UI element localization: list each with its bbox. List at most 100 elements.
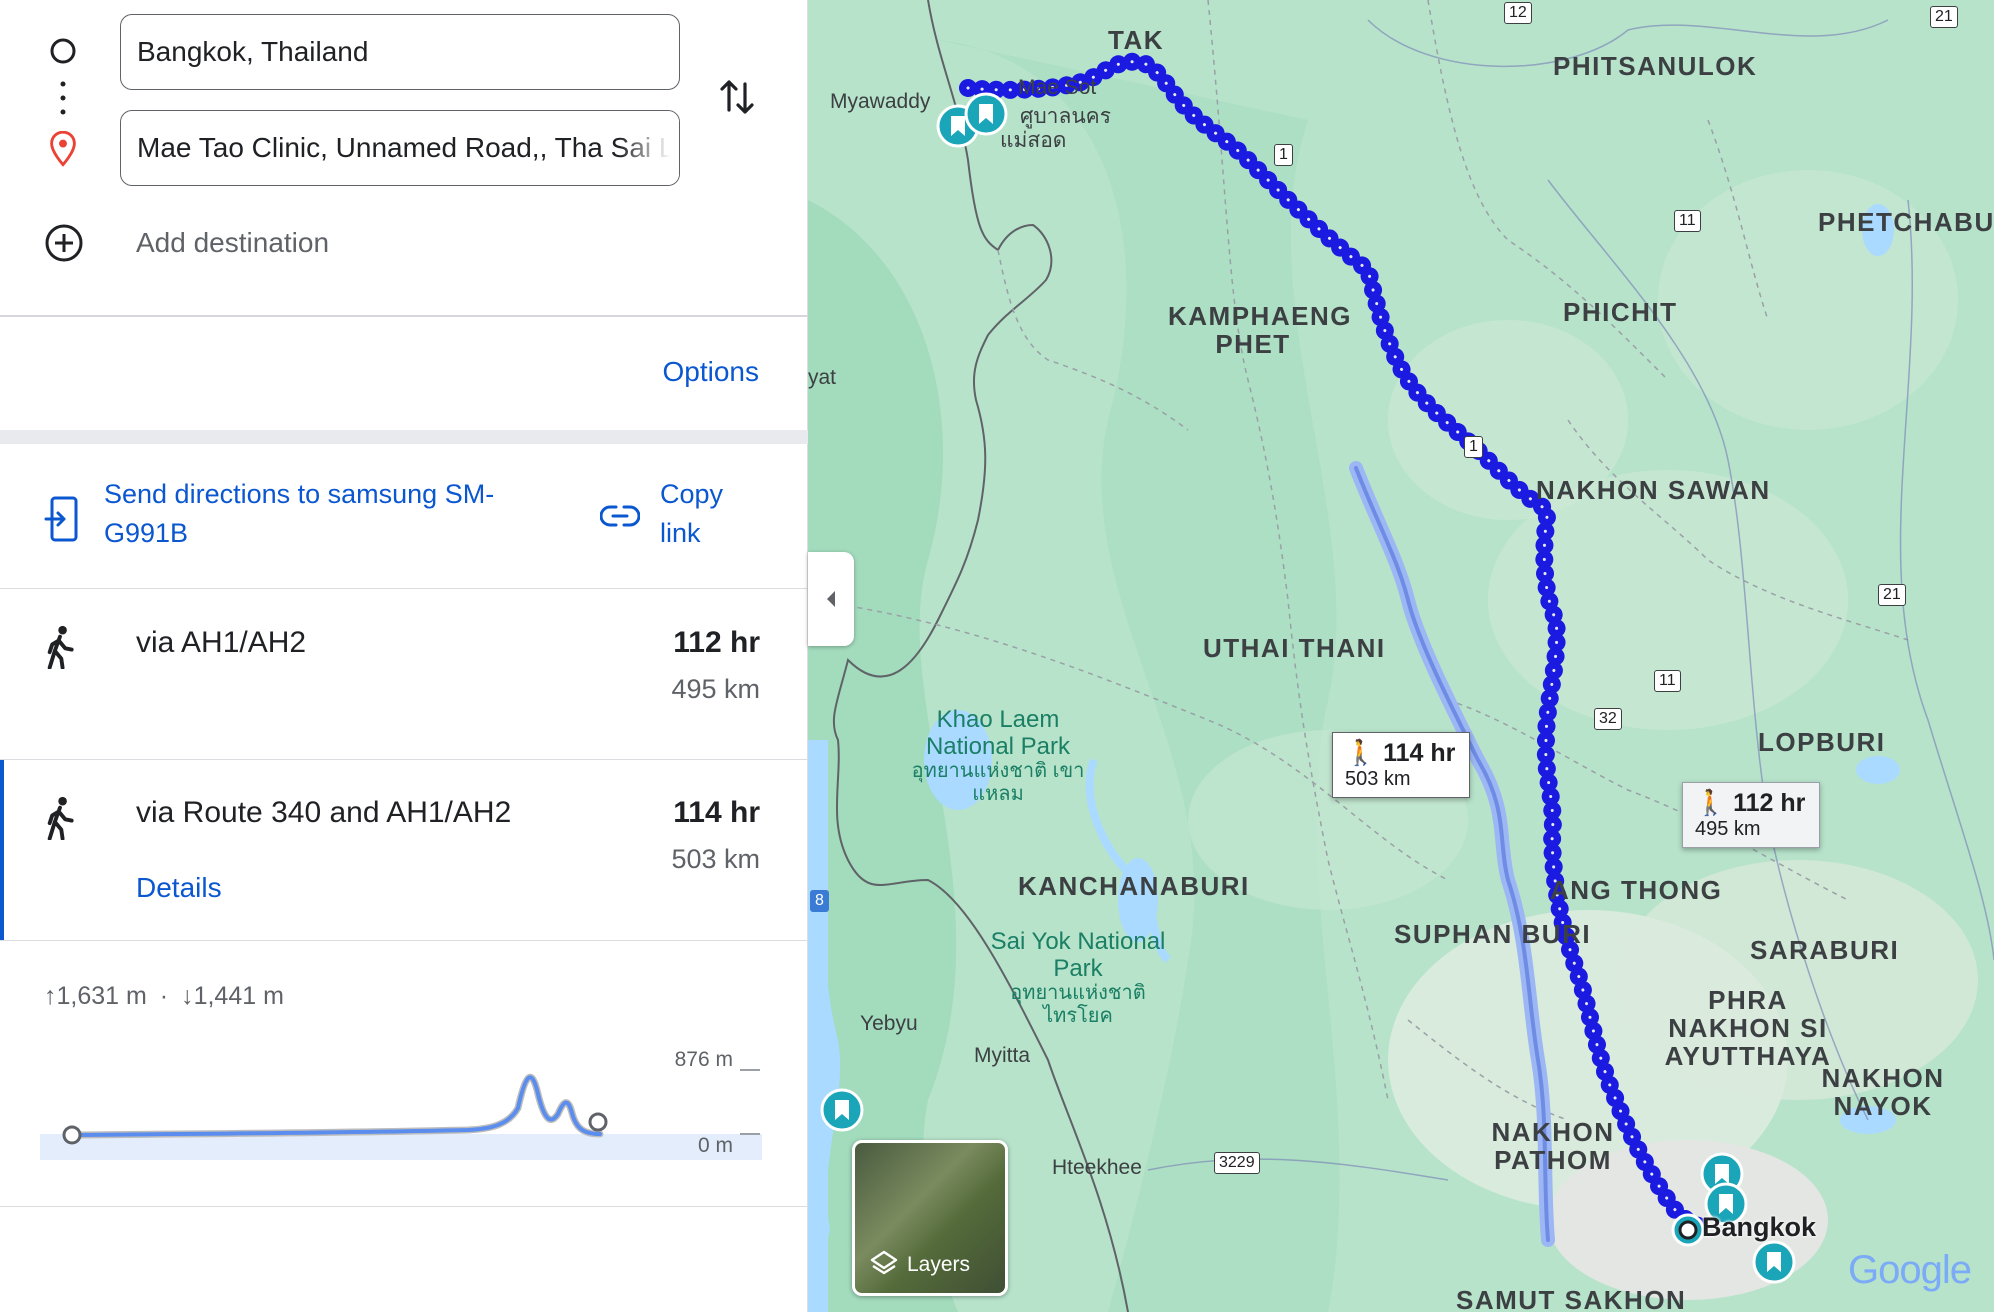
map-base: [808, 0, 1994, 1312]
elevation-summary: ↑1,631 m · ↓1,441 m: [44, 982, 284, 1011]
add-destination-label: Add destination: [136, 227, 330, 258]
elevation-profile-line: [66, 1075, 602, 1137]
road-shield: 11: [1654, 670, 1681, 692]
region-label: TAK: [1108, 25, 1165, 55]
layers-label: Layers: [907, 1253, 971, 1276]
road-shield: 32: [1594, 708, 1622, 730]
send-directions-button[interactable]: Send directions to samsung SM-G991B: [44, 475, 564, 559]
route-distance: 495 km: [671, 674, 760, 704]
elevation-max-label: 876 m: [675, 1048, 733, 1071]
add-circle-icon: [45, 224, 83, 262]
elevation-chart[interactable]: 876 m 0 m: [38, 1038, 768, 1168]
copy-link-label: Copy link: [660, 479, 724, 548]
region-label: NAKHON SAWAN: [1536, 475, 1771, 505]
route-distance: 503 km: [671, 844, 760, 874]
road-shield: 21: [1930, 6, 1958, 28]
road-shield: 3229: [1214, 1152, 1260, 1174]
region-label: NAKHON PATHOM: [1491, 1117, 1615, 1175]
elevation-min-label: 0 m: [698, 1134, 733, 1157]
route-time: 114 hr: [673, 796, 760, 829]
region-label: PHETCHABU: [1818, 207, 1994, 237]
origin-input[interactable]: Bangkok, Thailand: [120, 14, 680, 90]
region-label: LOPBURI: [1758, 727, 1886, 757]
park-label-thai: อุทยานแห่งชาติ ไทรโยค: [1010, 982, 1146, 1027]
region-label: KANCHANABURI: [1018, 871, 1250, 901]
origin-circle-icon: [46, 34, 80, 68]
divider: [0, 315, 808, 317]
region-label: ANG THONG: [1550, 875, 1723, 905]
map-canvas[interactable]: TAK PHITSANULOK PHETCHABU KAMPHAENG PHET…: [808, 0, 1994, 1312]
route-name: via AH1/AH2: [136, 626, 307, 659]
destination-value: Mae Tao Clinic, Unnamed Road,, Tha Sai L…: [137, 132, 680, 163]
road-shield: 8: [810, 890, 829, 912]
road-shield: 1: [1274, 144, 1293, 166]
town-label-bangkok: Bangkok: [1702, 1212, 1817, 1242]
town-label: แม่สอด: [1000, 129, 1067, 152]
route-name: via Route 340 and AH1/AH2: [136, 796, 512, 829]
chevron-left-icon: [827, 591, 835, 607]
google-logo: Google: [1848, 1248, 1972, 1293]
park-label-thai: อุทยานแห่งชาติ เขาแหลม: [911, 760, 1085, 805]
copy-link-button[interactable]: Copy link: [600, 475, 760, 559]
destination-pin-icon: [46, 131, 80, 167]
divider: [0, 940, 808, 941]
town-label: Myitta: [974, 1044, 1031, 1067]
region-label: NAKHON NAYOK: [1821, 1063, 1945, 1121]
send-directions-label: Send directions to samsung SM-G991B: [104, 479, 495, 548]
walking-icon: [47, 625, 74, 669]
town-label: Mae Sot: [1018, 76, 1097, 99]
attribution-text: Google: [1848, 1248, 1972, 1292]
walking-icon: 🚶: [1695, 789, 1727, 817]
callout-distance: 495 km: [1695, 818, 1761, 840]
destination-input[interactable]: Mae Tao Clinic, Unnamed Road,, Tha Sai L…: [120, 110, 680, 186]
elevation-separator: ·: [159, 982, 169, 1010]
elevation-start-marker: [62, 1125, 82, 1145]
region-label: SARABURI: [1750, 935, 1900, 965]
town-label: Hteekhee: [1052, 1156, 1142, 1179]
add-destination-button[interactable]: Add destination: [44, 223, 344, 263]
callout-distance: 503 km: [1345, 768, 1411, 790]
road-shield: 1: [1464, 436, 1483, 458]
walking-icon: 🚶: [1345, 739, 1377, 767]
link-icon: [600, 505, 640, 527]
road-shield: 21: [1878, 584, 1906, 606]
directions-panel: Bangkok, Thailand Mae Tao Clinic, Unname…: [0, 0, 808, 1312]
route-dots-icon: [46, 78, 80, 118]
route-callout-alternate[interactable]: 🚶 112 hr 495 km: [1682, 782, 1821, 848]
region-label: KAMPHAENG PHET: [1168, 301, 1352, 359]
layers-icon: [870, 1250, 898, 1275]
ascent-value: 1,631 m: [56, 982, 147, 1010]
town-label: Yebyu: [860, 1012, 918, 1035]
region-label: PHRA NAKHON SI AYUTTHAYA: [1664, 985, 1832, 1071]
elevation-end-marker: [588, 1112, 608, 1132]
section-divider: [0, 430, 808, 444]
options-button[interactable]: Options: [663, 356, 760, 388]
region-label: SUPHAN BURI: [1394, 919, 1592, 949]
details-link[interactable]: Details: [136, 872, 222, 904]
callout-time: 112 hr: [1733, 789, 1806, 817]
route-option-2-selected[interactable]: via Route 340 and AH1/AH2 114 hr 503 km …: [0, 760, 808, 940]
send-to-phone-icon: [44, 496, 78, 542]
ascent-arrow-icon: ↑: [44, 982, 57, 1010]
route-callout-selected[interactable]: 🚶 114 hr 503 km: [1332, 732, 1471, 798]
route-option-1[interactable]: via AH1/AH2 112 hr 495 km: [0, 589, 808, 759]
elevation-baseline-band: [40, 1134, 762, 1160]
divider: [0, 1206, 808, 1207]
collapse-panel-button[interactable]: [808, 552, 854, 646]
region-label: PHICHIT: [1563, 297, 1678, 327]
descent-value: 1,441 m: [193, 982, 284, 1010]
park-label: Khao Laem National Park: [925, 706, 1071, 760]
descent-arrow-icon: ↓: [181, 982, 194, 1010]
layers-button[interactable]: Layers: [852, 1140, 1008, 1296]
region-label: UTHAI THANI: [1203, 633, 1386, 663]
walking-icon: [47, 796, 74, 840]
route-time: 112 hr: [673, 626, 760, 659]
town-label: Myawaddy: [830, 90, 931, 113]
text-fade: [619, 111, 679, 185]
road-shield: 12: [1504, 2, 1532, 24]
swap-arrows-icon[interactable]: [714, 74, 760, 120]
region-label: SAMUT SAKHON: [1456, 1285, 1687, 1312]
origin-value: Bangkok, Thailand: [137, 36, 369, 67]
town-label: yat: [808, 366, 837, 389]
road-shield: 11: [1674, 210, 1701, 232]
